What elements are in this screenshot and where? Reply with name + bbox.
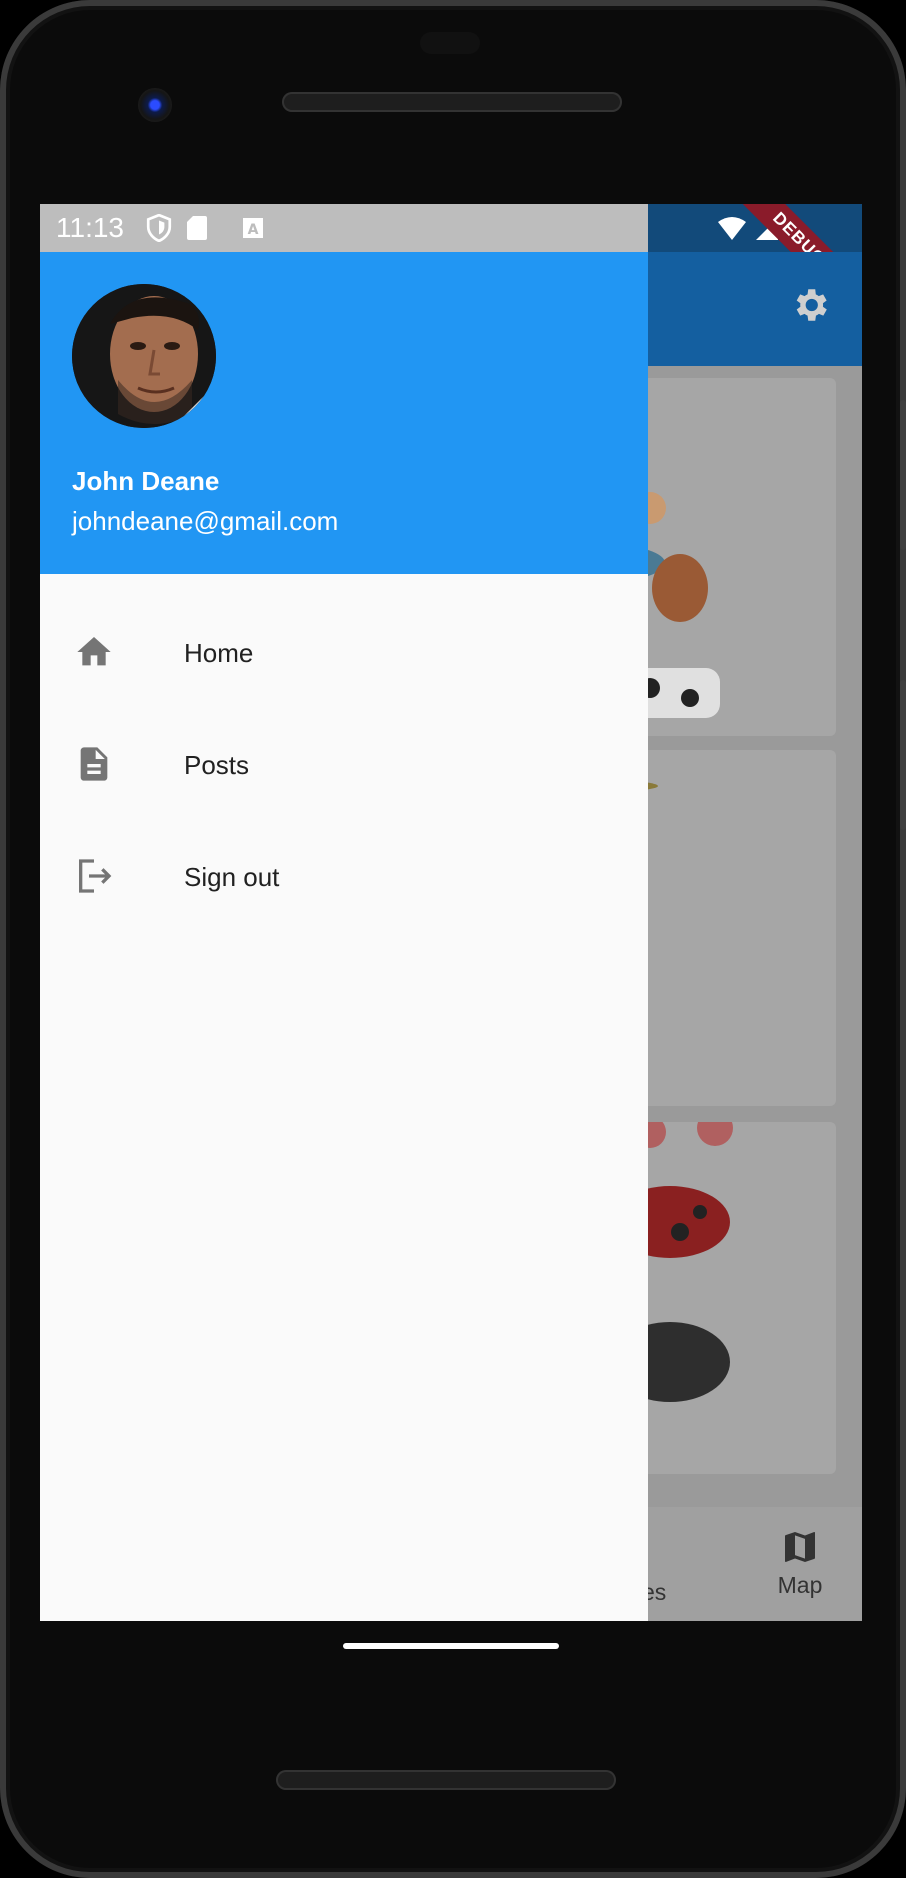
menu-item-label: Sign out — [184, 862, 280, 892]
status-time: 11:13 — [56, 212, 124, 243]
earpiece-speaker — [282, 92, 622, 112]
volume-button — [900, 400, 906, 550]
menu-item-sign-out[interactable]: Sign out — [40, 820, 648, 932]
home-icon — [77, 637, 111, 666]
phone-frame: DEBUG es Map 11:13 A John Deane johndean… — [0, 0, 906, 1878]
menu-item-label: Posts — [184, 750, 250, 780]
sd-card-icon — [187, 216, 207, 240]
map-icon — [785, 1532, 815, 1562]
proximity-sensor — [420, 32, 480, 54]
wifi-icon — [718, 217, 746, 240]
navigation-drawer: 11:13 A John Deane johndeane@gmail.com H… — [40, 204, 648, 1621]
status-bar: 11:13 A — [40, 204, 648, 252]
sign-out-icon — [79, 859, 112, 893]
document-icon — [80, 747, 108, 781]
drawer-header: John Deane johndeane@gmail.com — [40, 252, 648, 574]
bottom-nav-map-label: Map — [777, 1572, 823, 1598]
shield-icon — [146, 214, 172, 242]
front-camera — [138, 88, 172, 122]
bottom-speaker — [276, 1770, 616, 1790]
menu-item-home[interactable]: Home — [40, 596, 648, 708]
status-left-icons: A — [146, 214, 264, 242]
svg-text:A: A — [248, 222, 259, 238]
avatar[interactable] — [72, 284, 216, 428]
power-button — [900, 680, 906, 830]
menu-item-label: Home — [184, 638, 254, 668]
user-name: John Deane — [72, 466, 220, 496]
user-email: johndeane@gmail.com — [72, 506, 339, 536]
keyboard-a-icon: A — [243, 218, 263, 238]
profile-photo — [72, 284, 216, 428]
gesture-home-indicator[interactable] — [343, 1643, 559, 1649]
gear-icon[interactable] — [789, 284, 831, 326]
device-screen: DEBUG es Map 11:13 A John Deane johndean… — [40, 204, 862, 1621]
menu-item-posts[interactable]: Posts — [40, 708, 648, 820]
bottom-nav-map[interactable]: Map — [755, 1527, 845, 1599]
